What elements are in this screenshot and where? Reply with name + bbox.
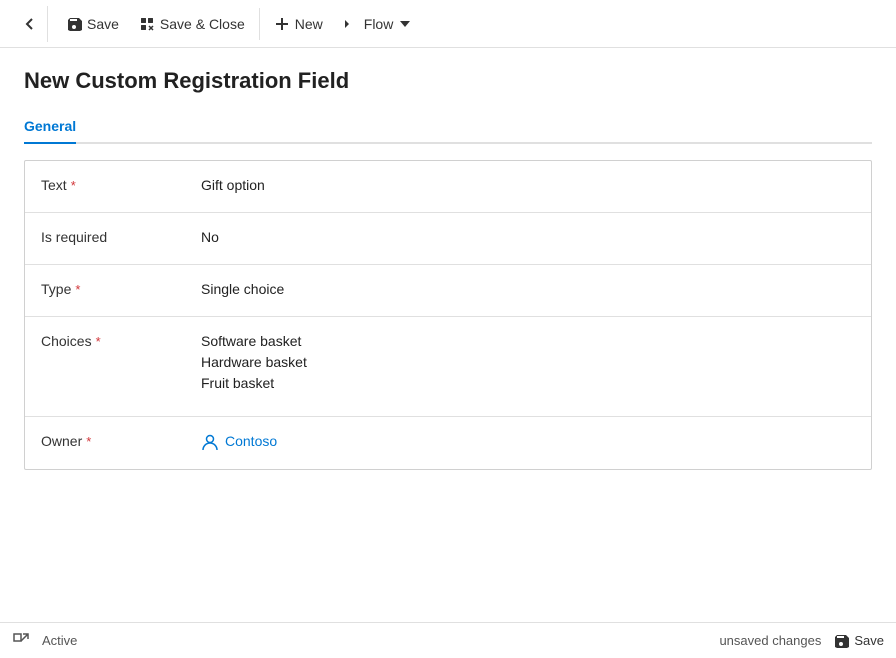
new-button[interactable]: New [264, 10, 333, 38]
toolbar-divider [259, 8, 260, 40]
value-choices[interactable]: Software basket Hardware basket Fruit ba… [201, 331, 855, 394]
external-link-icon [12, 632, 30, 650]
form-row-type: Type* Single choice [25, 265, 871, 317]
tab-general[interactable]: General [24, 110, 76, 144]
value-type[interactable]: Single choice [201, 279, 855, 300]
flow-label: Flow [364, 16, 394, 32]
label-isrequired: Is required [41, 227, 201, 245]
tab-bar: General [24, 110, 872, 144]
main-area: New Custom Registration Field General Te… [0, 48, 896, 622]
save-button[interactable]: Save [56, 10, 129, 38]
save-close-label: Save & Close [160, 16, 245, 32]
scrollable-content[interactable]: New Custom Registration Field General Te… [0, 48, 896, 622]
status-save-icon [833, 633, 849, 649]
flow-icon [343, 16, 359, 32]
form-row-owner: Owner* Contoso [25, 417, 871, 469]
label-choices: Choices* [41, 331, 201, 349]
toolbar: Save Save & Close New Flow [0, 0, 896, 48]
save-icon [66, 16, 82, 32]
required-star-text: * [71, 178, 76, 193]
flow-button[interactable]: Flow [333, 10, 421, 38]
choice-2: Hardware basket [201, 352, 855, 373]
label-type: Type* [41, 279, 201, 297]
choice-1: Software basket [201, 331, 855, 352]
status-active-label: Active [42, 633, 77, 648]
status-save-label: Save [854, 633, 884, 648]
form-row-isrequired: Is required No [25, 213, 871, 265]
page-title: New Custom Registration Field [24, 68, 872, 94]
value-isrequired[interactable]: No [201, 227, 855, 248]
back-button[interactable] [12, 6, 48, 42]
save-label: Save [87, 16, 119, 32]
form-section: Text* Gift option Is required No Type* S… [24, 160, 872, 470]
required-star-owner: * [86, 434, 91, 449]
choice-3: Fruit basket [201, 373, 855, 394]
user-icon [201, 433, 219, 451]
unsaved-changes-label: unsaved changes [719, 633, 821, 648]
status-save-button[interactable]: Save [833, 633, 884, 649]
status-left: Active [12, 632, 77, 650]
label-owner: Owner* [41, 431, 201, 449]
required-star-choices: * [96, 334, 101, 349]
form-row-choices: Choices* Software basket Hardware basket… [25, 317, 871, 417]
new-icon [274, 16, 290, 32]
owner-name: Contoso [225, 431, 277, 452]
new-label: New [295, 16, 323, 32]
form-row-text: Text* Gift option [25, 161, 871, 213]
required-star-type: * [75, 282, 80, 297]
chevron-down-icon [400, 21, 410, 27]
save-close-icon [139, 16, 155, 32]
save-close-button[interactable]: Save & Close [129, 10, 255, 38]
label-text: Text* [41, 175, 201, 193]
status-bar: Active unsaved changes Save [0, 622, 896, 658]
owner-link[interactable]: Contoso [201, 431, 855, 452]
value-text[interactable]: Gift option [201, 175, 855, 196]
value-owner[interactable]: Contoso [201, 431, 855, 452]
status-right: unsaved changes Save [719, 633, 884, 649]
